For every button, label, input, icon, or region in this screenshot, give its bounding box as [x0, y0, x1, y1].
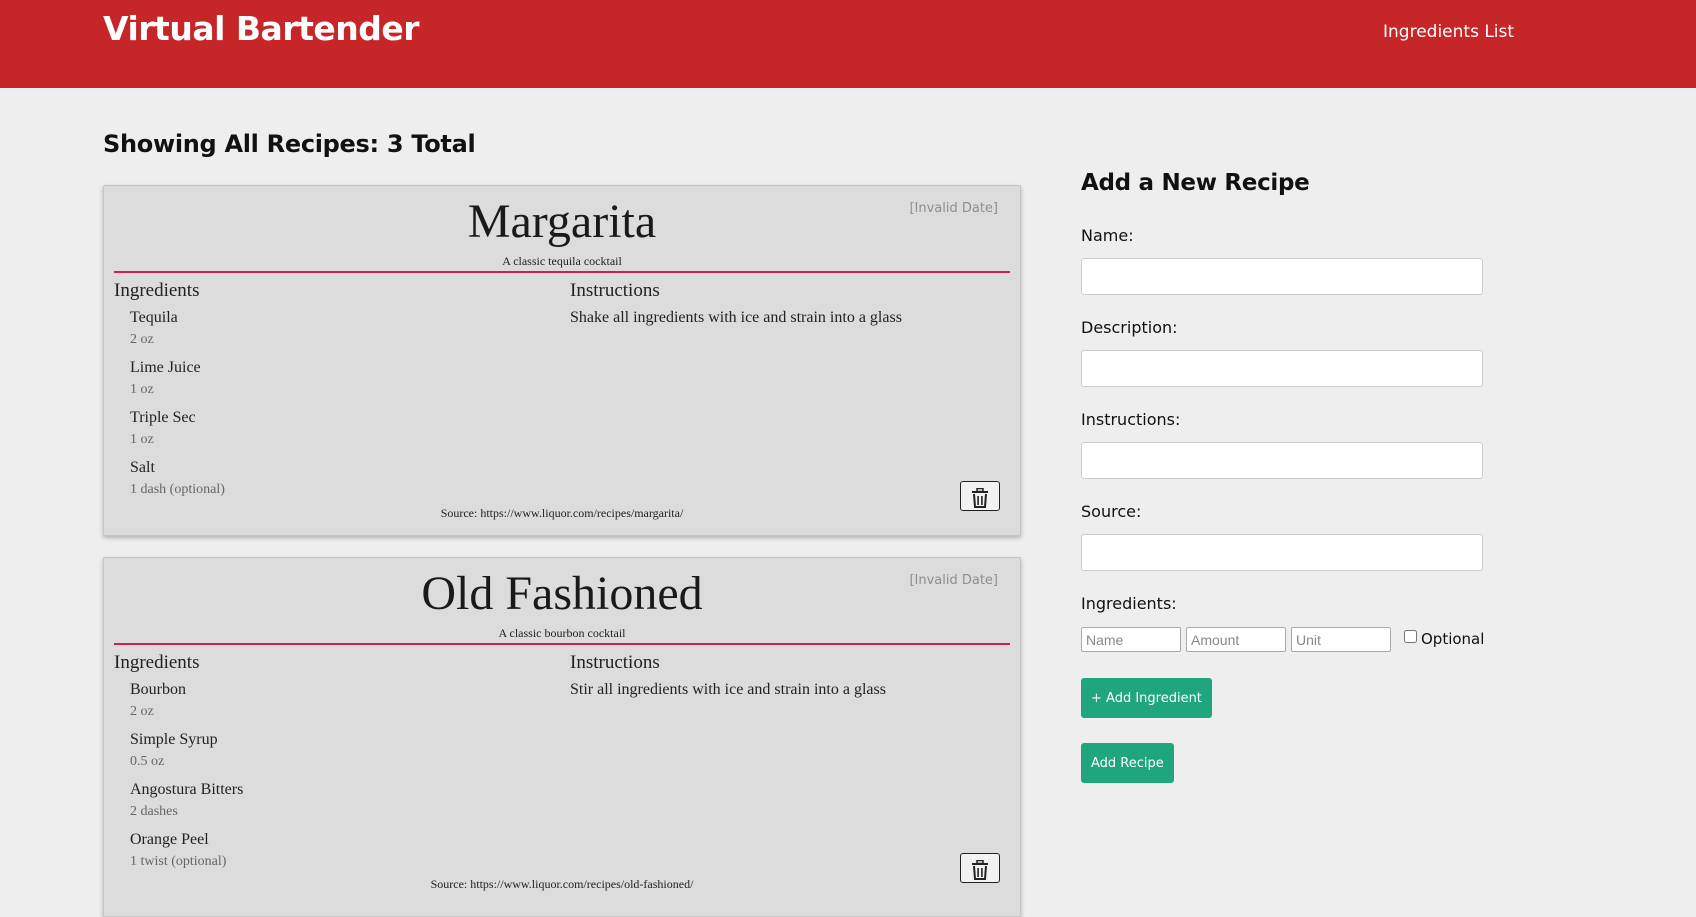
ingredient-amount: 1 twist (optional) — [130, 854, 227, 869]
brand-title[interactable]: Virtual Bartender — [103, 9, 420, 48]
ingredients-heading: Ingredients — [114, 652, 200, 673]
add-recipe-form: Add a New Recipe Name: Description: Inst… — [1081, 170, 1484, 783]
ingredient-item: Salt 1 dash (optional) — [130, 458, 225, 508]
instructions-heading: Instructions — [570, 652, 660, 673]
ingredient-item: Lime Juice 1 oz — [130, 358, 225, 408]
ingredient-amount: 2 dashes — [130, 804, 178, 819]
ingredient-item: Angostura Bitters 2 dashes — [130, 780, 243, 830]
ingredient-name: Simple Syrup — [130, 731, 218, 748]
add-ingredient-button[interactable]: + Add Ingredient — [1081, 678, 1212, 718]
ingredient-list: Tequila 2 oz Lime Juice 1 oz Triple Sec … — [130, 308, 225, 508]
ingredient-name: Lime Juice — [130, 359, 201, 376]
ingredient-item: Triple Sec 1 oz — [130, 408, 225, 458]
source-label: Source: — [1081, 502, 1142, 521]
name-input[interactable] — [1081, 258, 1483, 295]
form-title: Add a New Recipe — [1081, 170, 1310, 196]
ingredient-unit-input[interactable] — [1291, 627, 1391, 652]
instructions-heading: Instructions — [570, 280, 660, 301]
ingredient-amount-input[interactable] — [1186, 627, 1286, 652]
ingredient-item: Simple Syrup 0.5 oz — [130, 730, 243, 780]
recipe-source: Source: https://www.liquor.com/recipes/m… — [440, 506, 684, 520]
ingredient-amount: 2 oz — [130, 332, 154, 347]
nav-link-ingredients-list[interactable]: Ingredients List — [1383, 22, 1514, 42]
trash-icon — [972, 488, 988, 508]
ingredient-name: Angostura Bitters — [130, 781, 244, 798]
ingredient-item: Orange Peel 1 twist (optional) — [130, 830, 243, 880]
recipe-instructions: Stir all ingredients with ice and strain… — [570, 681, 886, 698]
description-label: Description: — [1081, 318, 1178, 337]
add-recipe-button[interactable]: Add Recipe — [1081, 743, 1174, 783]
ingredients-label: Ingredients: — [1081, 594, 1177, 613]
recipe-source: Source: https://www.liquor.com/recipes/o… — [430, 877, 694, 891]
instructions-input[interactable] — [1081, 442, 1483, 479]
ingredient-item: Tequila 2 oz — [130, 308, 225, 358]
recipe-description: A classic tequila cocktail — [502, 254, 622, 268]
source-input[interactable] — [1081, 534, 1483, 571]
ingredient-amount: 1 oz — [130, 382, 154, 397]
optional-toggle: Optional — [1404, 629, 1485, 648]
ingredient-amount: 1 dash (optional) — [130, 482, 225, 497]
recipe-instructions: Shake all ingredients with ice and strai… — [570, 309, 902, 326]
ingredient-name: Orange Peel — [130, 831, 209, 848]
ingredient-item: Bourbon 2 oz — [130, 680, 243, 730]
ingredient-name: Salt — [130, 459, 155, 476]
ingredient-list: Bourbon 2 oz Simple Syrup 0.5 oz Angostu… — [130, 680, 243, 880]
ingredient-amount: 1 oz — [130, 432, 154, 447]
ingredient-name: Tequila — [130, 309, 178, 326]
divider — [114, 643, 1010, 645]
ingredients-heading: Ingredients — [114, 280, 200, 301]
ingredient-name-input[interactable] — [1081, 627, 1181, 652]
ingredient-amount: 0.5 oz — [130, 754, 165, 769]
ingredient-name: Triple Sec — [130, 409, 196, 426]
ingredient-amount: 2 oz — [130, 704, 154, 719]
optional-checkbox[interactable] — [1404, 629, 1417, 643]
navbar: Virtual Bartender Ingredients List — [0, 0, 1696, 88]
ingredient-name: Bourbon — [130, 681, 186, 698]
recipe-card: [Invalid Date] Margarita A classic tequi… — [103, 185, 1021, 536]
instructions-label: Instructions: — [1081, 410, 1181, 429]
name-label: Name: — [1081, 226, 1134, 245]
description-input[interactable] — [1081, 350, 1483, 387]
optional-label: Optional — [1421, 630, 1485, 648]
recipe-description: A classic bourbon cocktail — [498, 626, 626, 640]
recipe-title: Margarita — [467, 195, 657, 248]
recipe-card: [Invalid Date] Old Fashioned A classic b… — [103, 557, 1021, 917]
page-heading: Showing All Recipes: 3 Total — [103, 130, 476, 158]
divider — [114, 271, 1010, 273]
recipe-title: Old Fashioned — [421, 567, 703, 620]
